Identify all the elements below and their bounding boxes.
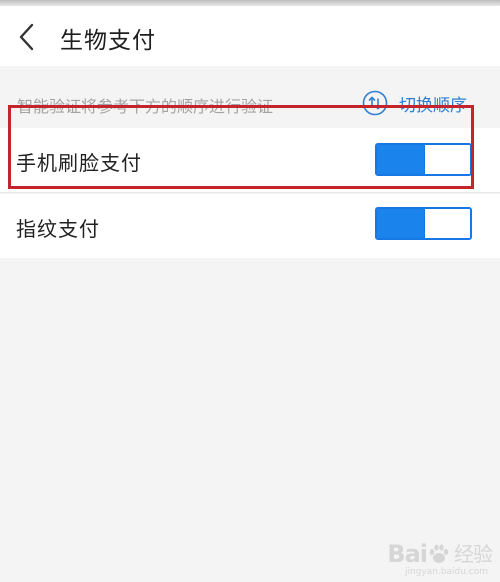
fingerprint-pay-label: 指纹支付 [16, 217, 100, 241]
baidu-jingyan-watermark: Bai 经验 jingyan.baidu.com [387, 540, 493, 578]
switch-order-label: 切换顺序 [399, 95, 467, 116]
fingerprint-pay-toggle[interactable] [375, 207, 472, 240]
switch-order-button[interactable]: 切换顺序 [362, 88, 467, 118]
toggle-on-fill [377, 145, 424, 174]
page-title: 生物支付 [60, 28, 156, 54]
header-bar: 生物支付 [0, 6, 500, 66]
toggle-thumb [424, 209, 470, 238]
row-divider [0, 192, 500, 193]
watermark-subtitle: jingyan.baidu.com [404, 567, 488, 577]
toggle-on-fill [377, 209, 424, 238]
app-screen: 生物支付 智能验证将参考下方的顺序进行验证 切换顺序 手机刷脸支付 指纹支付 B… [0, 0, 500, 582]
order-hint-text: 智能验证将参考下方的顺序进行验证 [17, 97, 274, 116]
swap-vertical-icon [362, 90, 388, 116]
toggle-thumb [424, 145, 470, 174]
paw-icon [429, 544, 449, 563]
fingerprint-pay-row[interactable]: 指纹支付 [0, 194, 500, 258]
face-pay-row[interactable]: 手机刷脸支付 [0, 128, 500, 192]
face-pay-label: 手机刷脸支付 [16, 151, 142, 175]
watermark-logo: Bai 经验 [387, 540, 493, 568]
chevron-left-icon [19, 23, 34, 51]
watermark-logo-left: Bai [387, 540, 428, 568]
back-button[interactable] [12, 20, 46, 54]
face-pay-toggle[interactable] [375, 143, 472, 176]
order-hint-row: 智能验证将参考下方的顺序进行验证 切换顺序 [0, 66, 500, 126]
watermark-logo-right: 经验 [454, 542, 493, 566]
